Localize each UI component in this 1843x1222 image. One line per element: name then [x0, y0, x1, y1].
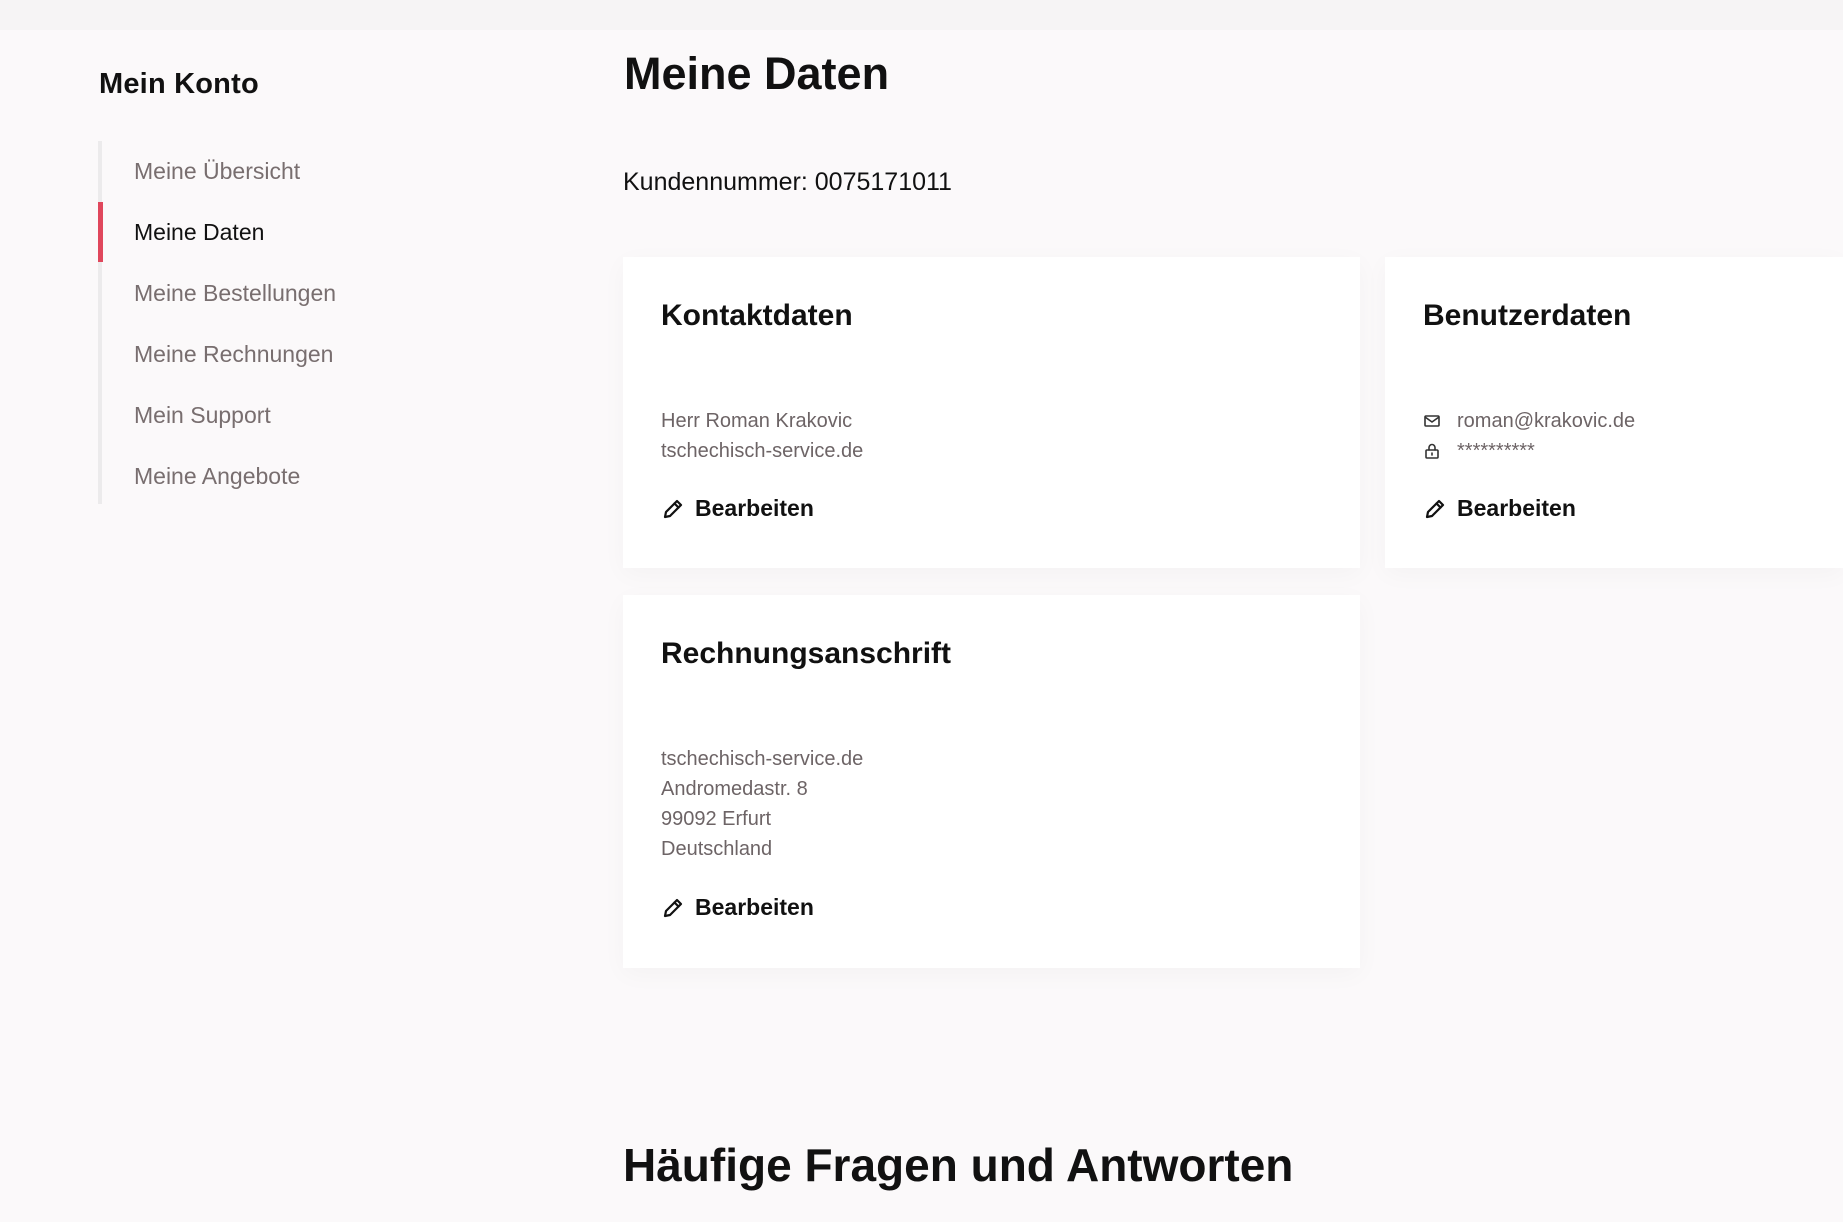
sidebar-item-angebote[interactable]: Meine Angebote — [102, 446, 482, 507]
pencil-icon — [1423, 497, 1447, 521]
sidebar-item-uebersicht[interactable]: Meine Übersicht — [102, 141, 482, 202]
lock-icon — [1423, 442, 1441, 460]
contact-company: tschechisch-service.de — [661, 440, 864, 462]
billing-edit-button[interactable]: Bearbeiten — [661, 894, 814, 921]
user-password-row: ********** — [1423, 436, 1635, 466]
user-card-title: Benutzerdaten — [1423, 299, 1632, 332]
user-details: roman@krakovic.de ********** — [1423, 406, 1635, 466]
faq-section-title: Häufige Fragen und Antworten — [623, 1139, 1294, 1191]
mail-icon — [1423, 412, 1441, 430]
account-sidebar-nav: Meine Übersicht Meine Daten Meine Bestel… — [98, 141, 482, 504]
billing-country: Deutschland — [661, 838, 773, 860]
billing-street: Andromedastr. 8 — [661, 778, 808, 800]
contact-name: Herr Roman Krakovic — [661, 410, 853, 432]
page-title: Meine Daten — [624, 48, 890, 99]
contact-card-title: Kontaktdaten — [661, 299, 853, 332]
sidebar-title: Mein Konto — [99, 68, 259, 100]
sidebar-item-rechnungen[interactable]: Meine Rechnungen — [102, 324, 482, 385]
billing-card-title: Rechnungsanschrift — [661, 637, 952, 670]
pencil-icon — [661, 497, 685, 521]
billing-company: tschechisch-service.de — [661, 748, 864, 770]
user-data-card: Benutzerdaten roman@krakovic.de ********… — [1385, 257, 1843, 568]
billing-address-card: Rechnungsanschrift tschechisch-service.d… — [623, 595, 1360, 968]
customer-number: Kundennummer: 0075171011 — [623, 168, 952, 196]
user-edit-button[interactable]: Bearbeiten — [1423, 495, 1576, 522]
user-email: roman@krakovic.de — [1457, 409, 1636, 432]
contact-data-card: Kontaktdaten Herr Roman Krakovic tschech… — [623, 257, 1360, 568]
billing-city: 99092 Erfurt — [661, 808, 772, 830]
contact-details: Herr Roman Krakovic tschechisch-service.… — [661, 406, 863, 466]
sidebar-item-meine-daten[interactable]: Meine Daten — [98, 202, 482, 263]
billing-address: tschechisch-service.de Andromedastr. 8 9… — [661, 744, 863, 864]
pencil-icon — [661, 896, 685, 920]
billing-edit-label: Bearbeiten — [695, 894, 814, 920]
user-edit-label: Bearbeiten — [1457, 495, 1576, 521]
user-password: ********** — [1457, 439, 1535, 462]
contact-edit-button[interactable]: Bearbeiten — [661, 495, 814, 522]
user-email-row: roman@krakovic.de — [1423, 406, 1635, 436]
contact-edit-label: Bearbeiten — [695, 495, 814, 521]
sidebar-item-bestellungen[interactable]: Meine Bestellungen — [102, 263, 482, 324]
top-band — [0, 0, 1843, 30]
sidebar-item-support[interactable]: Mein Support — [102, 385, 482, 446]
